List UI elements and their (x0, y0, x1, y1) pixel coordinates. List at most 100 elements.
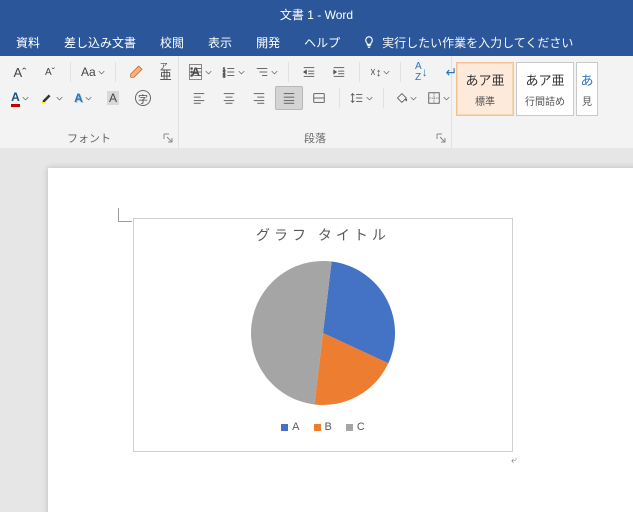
eraser-icon (128, 64, 144, 80)
separator (339, 88, 340, 108)
lightbulb-icon (362, 35, 376, 49)
font-shrink-button[interactable]: Aˇ (36, 60, 64, 84)
group-paragraph: 123 ☓↕ AZ↓ ↵ (179, 56, 452, 148)
chevron-down-icon (98, 69, 105, 76)
tell-me[interactable]: 実行したい作業を入力してください (362, 34, 573, 51)
style-nospacing[interactable]: あア亜 行間詰め (516, 62, 574, 116)
multilevel-icon (255, 65, 269, 79)
dialog-launcher-icon[interactable] (162, 132, 174, 144)
chevron-down-icon (238, 69, 245, 76)
chevron-down-icon (366, 95, 373, 102)
group-label-font: フォント (0, 130, 178, 148)
document-area[interactable]: グラフ タイトル ABC ⤶ (Ctrl) (0, 148, 633, 512)
legend-swatch-icon (346, 424, 353, 431)
style-normal[interactable]: あア亜 標準 (456, 62, 514, 116)
align-justify-icon (282, 91, 296, 105)
ribbon-tabs: 資料 差し込み文書 校閲 表示 開発 ヘルプ 実行したい作業を入力してください (0, 28, 633, 56)
line-spacing-icon (350, 91, 364, 105)
svg-text:3: 3 (223, 73, 226, 78)
indent-decrease-button[interactable] (295, 60, 323, 84)
legend-item-A: A (281, 421, 299, 433)
separator (359, 62, 360, 82)
align-justify-button[interactable] (275, 86, 303, 110)
tab-mailmerge[interactable]: 差し込み文書 (54, 28, 146, 56)
borders-button[interactable] (423, 86, 454, 110)
margin-corner-icon (118, 208, 132, 222)
chevron-down-icon (383, 69, 390, 76)
tab-view[interactable]: 表示 (198, 28, 242, 56)
page[interactable]: グラフ タイトル A B C ⤶ (48, 168, 633, 512)
change-case-button[interactable]: Aa (77, 60, 109, 84)
style-sample: あア亜 (525, 70, 564, 89)
ruby-button[interactable]: ア亜 (152, 60, 180, 84)
separator (383, 88, 384, 108)
window-title: 文書 1 - Word (280, 6, 353, 23)
chevron-down-icon (205, 69, 212, 76)
chevron-down-icon (22, 95, 29, 102)
style-heading1[interactable]: あ 見 (576, 62, 598, 116)
text-direction-button[interactable]: ☓↕ (366, 60, 394, 84)
pie-chart (243, 253, 403, 413)
bullets-button[interactable] (185, 60, 216, 84)
distribute-button[interactable] (305, 86, 333, 110)
distribute-icon (312, 91, 326, 105)
sort-button[interactable]: AZ↓ (407, 60, 435, 84)
separator (115, 62, 116, 82)
numbering-icon: 123 (222, 65, 236, 79)
line-spacing-button[interactable] (346, 86, 377, 110)
highlighter-icon (40, 91, 54, 105)
chevron-down-icon (443, 95, 450, 102)
tab-help[interactable]: ヘルプ (294, 28, 350, 56)
shading-button[interactable] (390, 86, 421, 110)
char-shading-button[interactable]: A (99, 86, 127, 110)
outdent-icon (302, 65, 316, 79)
multilevel-button[interactable] (251, 60, 282, 84)
align-left-button[interactable] (185, 86, 213, 110)
indent-increase-button[interactable] (325, 60, 353, 84)
chart-title: グラフ タイトル (134, 225, 512, 245)
chart-object[interactable]: グラフ タイトル A B C (133, 218, 513, 452)
chart-legend: A B C (134, 421, 512, 433)
clear-format-button[interactable] (122, 60, 150, 84)
tab-review[interactable]: 校閲 (150, 28, 194, 56)
chevron-down-icon (85, 95, 92, 102)
separator (288, 62, 289, 82)
legend-item-B: B (314, 421, 332, 433)
font-color-button[interactable]: A (6, 86, 34, 110)
align-right-button[interactable] (245, 86, 273, 110)
group-label-paragraph: 段落 (179, 130, 451, 148)
legend-swatch-icon (314, 424, 321, 431)
style-sample: あア亜 (465, 70, 504, 89)
align-left-icon (192, 91, 206, 105)
legend-item-C: C (346, 421, 365, 433)
borders-icon (427, 91, 441, 105)
align-center-icon (222, 91, 236, 105)
separator (400, 62, 401, 82)
numbering-button[interactable]: 123 (218, 60, 249, 84)
enclose-char-button[interactable]: 字 (129, 86, 157, 110)
tell-me-text: 実行したい作業を入力してください (382, 34, 573, 51)
align-center-button[interactable] (215, 86, 243, 110)
ribbon: Aˆ Aˇ Aa ア亜 A A A A 字 フォント (0, 56, 633, 149)
tab-references[interactable]: 資料 (6, 28, 50, 56)
legend-swatch-icon (281, 424, 288, 431)
style-name: 行間詰め (525, 93, 565, 108)
font-grow-button[interactable]: Aˆ (6, 60, 34, 84)
style-sample: あ (580, 70, 593, 89)
group-label-styles (452, 130, 633, 148)
bucket-icon (394, 91, 408, 105)
para-mark-icon: ⤶ (511, 455, 517, 466)
chevron-down-icon (56, 95, 63, 102)
align-right-icon (252, 91, 266, 105)
group-font: Aˆ Aˇ Aa ア亜 A A A A 字 フォント (0, 56, 179, 148)
style-name: 見 (582, 93, 592, 108)
separator (70, 62, 71, 82)
style-name: 標準 (475, 93, 495, 108)
dialog-launcher-icon[interactable] (435, 132, 447, 144)
tab-developer[interactable]: 開発 (246, 28, 290, 56)
title-bar: 文書 1 - Word (0, 0, 633, 28)
indent-icon (332, 65, 346, 79)
highlight-button[interactable] (36, 86, 67, 110)
bullets-icon (189, 65, 203, 79)
text-effects-button[interactable]: A (69, 86, 97, 110)
